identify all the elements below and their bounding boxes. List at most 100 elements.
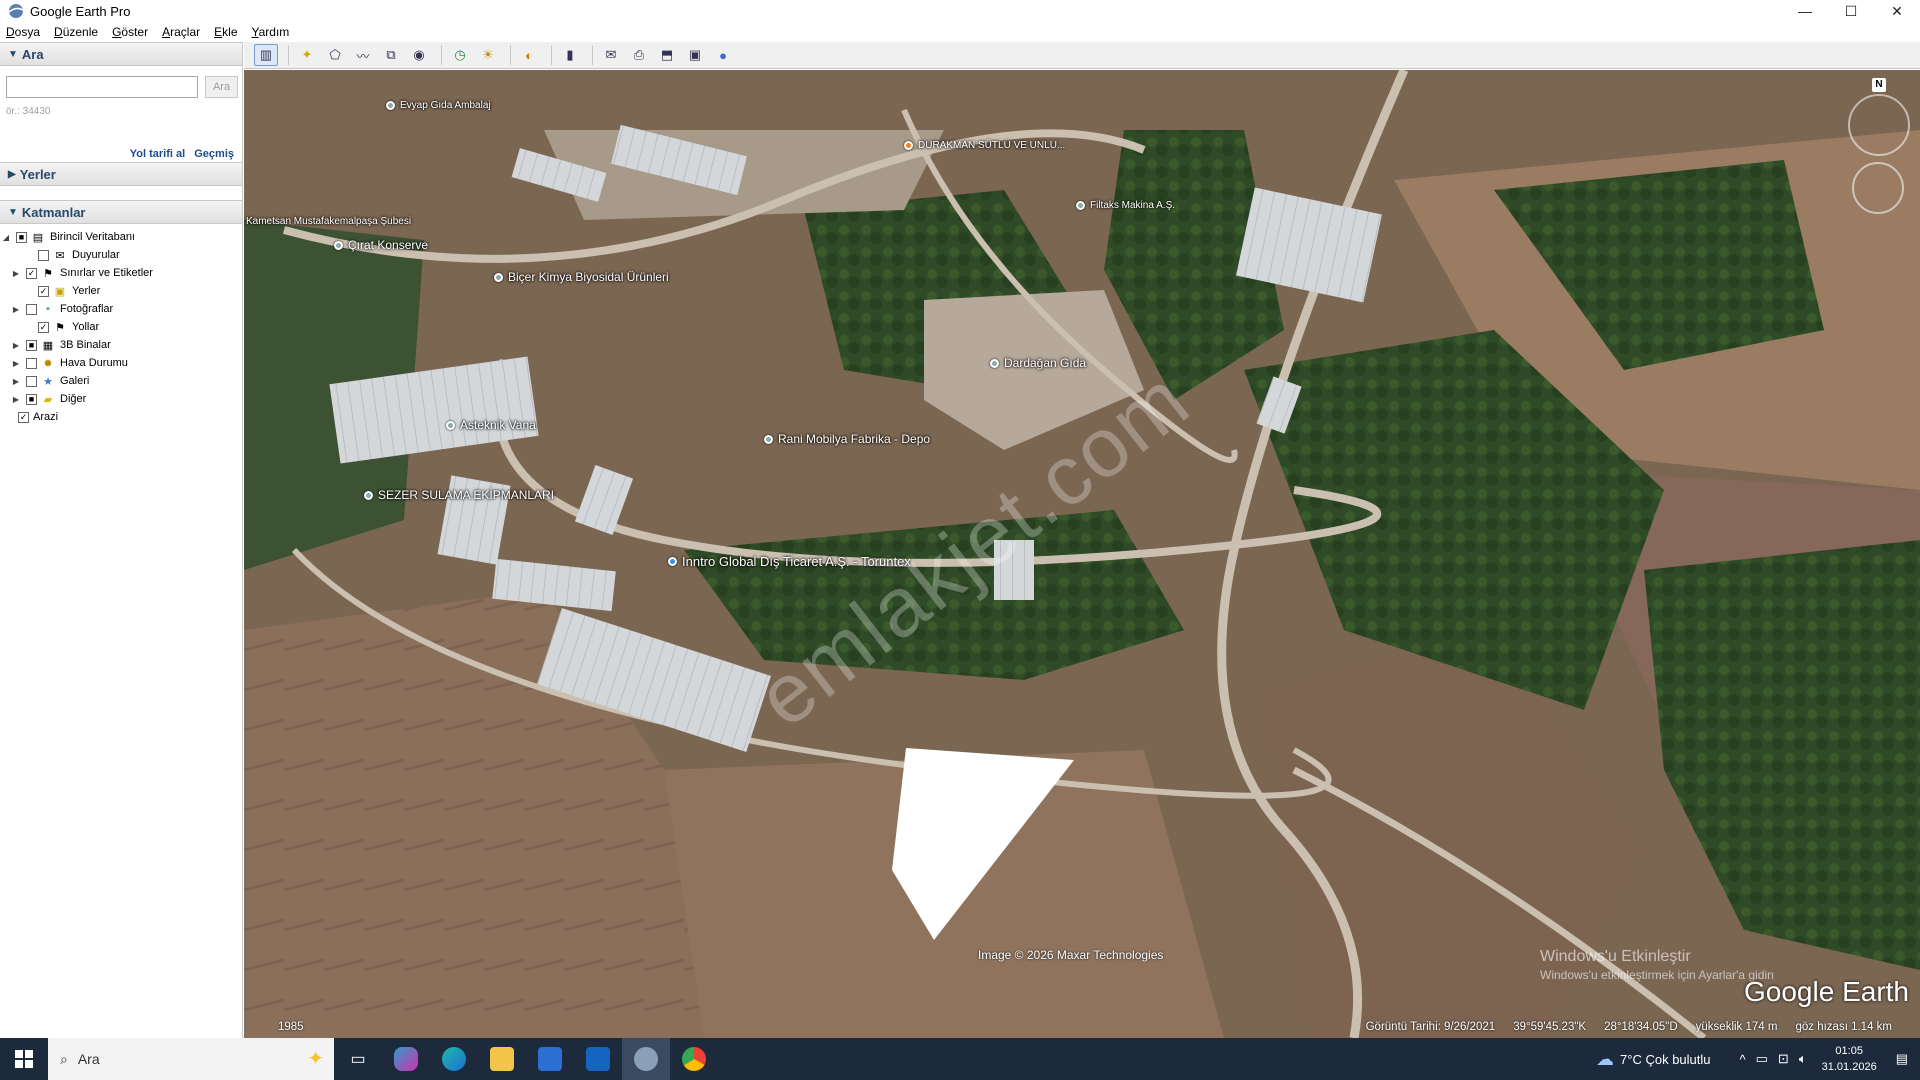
pin-icon [494,272,503,282]
map-label[interactable]: Asteknik Vana [446,418,536,432]
taskbar-search[interactable]: ⌕ Ara ✦ [48,1038,334,1080]
record-tour-icon[interactable]: ◉ [407,44,431,66]
satellite-imagery[interactable] [244,70,1920,1038]
layer-checkbox[interactable]: ✓ [18,411,29,423]
outlook-icon[interactable] [574,1038,622,1080]
layer-item-3d-buildings[interactable]: ▶ ■ ▦ 3B Binalar [0,336,242,354]
minimize-button[interactable]: — [1782,0,1828,22]
display-icon[interactable]: ▭ [1756,1051,1768,1067]
layer-checkbox[interactable]: ✓ [38,321,49,333]
notification-icon[interactable]: ▤ [1896,1051,1908,1067]
layer-tree: ◢ ■ ▤ Birincil Veritabanı ✉ Duyurular ▶ … [0,224,242,426]
image-overlay-icon[interactable]: ⧉ [379,44,403,66]
copilot-icon[interactable] [382,1038,430,1080]
menu-add[interactable]: Ekle [214,25,237,39]
menu-file[interactable]: Dosya [6,25,40,39]
layer-checkbox[interactable] [26,357,37,369]
menu-view[interactable]: Göster [112,25,148,39]
volume-icon[interactable]: 🔈︎ [1799,1051,1807,1067]
layer-item-borders[interactable]: ▶ ✓ ⚑ Sınırlar ve Etiketler [0,264,242,282]
clock[interactable]: 01:05 31.01.2026 [1822,1043,1877,1075]
expand-arrow-icon[interactable]: ◢ [0,233,12,242]
google-maps-icon[interactable]: ● [711,44,735,66]
search-button[interactable]: Ara [205,76,238,98]
map-label[interactable]: Rani Mobilya Fabrika - Depo [764,432,930,446]
layer-checkbox[interactable] [38,249,49,261]
network-icon[interactable]: ⊡ [1778,1051,1789,1067]
save-image-icon[interactable]: ⬒ [655,44,679,66]
sunlight-icon[interactable]: ☀ [476,44,500,66]
search-panel-header[interactable]: ▼ Ara [0,42,242,66]
map-label[interactable]: SEZER SULAMA EKİPMANLARI [364,488,554,502]
longitude: 28°18'34.05"D [1604,1021,1678,1033]
expand-arrow-icon[interactable]: ▶ [10,359,22,368]
map-label[interactable]: Evyap Gıda Ambalaj [386,100,491,111]
google-earth-task-icon[interactable] [622,1038,670,1080]
map-label[interactable]: Kametsan Mustafakemalpaşa Şubesi [244,216,411,227]
layer-checkbox[interactable]: ✓ [38,285,49,297]
map-label[interactable]: Filtaks Makina A.Ş. [1076,200,1175,211]
menu-tools[interactable]: Araçlar [162,25,200,39]
expand-arrow-icon[interactable]: ▶ [10,269,22,278]
planets-icon[interactable]: ◐ [517,44,541,66]
store-icon[interactable] [526,1038,574,1080]
map-label-text: Asteknik Vana [460,418,536,432]
expand-arrow-icon[interactable]: ▶ [10,377,22,386]
layer-item-duyurular[interactable]: ✉ Duyurular [0,246,242,264]
task-view-icon[interactable]: ▭ [334,1038,382,1080]
directions-link[interactable]: Yol tarifi al [130,148,185,160]
menu-edit[interactable]: Düzenle [54,25,98,39]
layer-checkbox[interactable]: ■ [26,339,37,351]
ruler-icon[interactable]: ▮ [558,44,582,66]
file-explorer-icon[interactable] [478,1038,526,1080]
historical-imagery-icon[interactable]: ◷ [448,44,472,66]
expand-arrow-icon[interactable]: ▶ [10,341,22,350]
layer-item-places[interactable]: ✓ ▣ Yerler [0,282,242,300]
sidebar-toggle-icon[interactable]: ▥ [254,44,278,66]
windows-activation-notice: Windows'u Etkinleştir Windows'u etkinleş… [1540,948,1774,982]
layer-checkbox[interactable] [26,375,37,387]
chrome-icon[interactable] [670,1038,718,1080]
layer-item-other[interactable]: ▶ ■ ▰ Diğer [0,390,242,408]
layer-item-photos[interactable]: ▶ ▪ Fotoğraflar [0,300,242,318]
layer-checkbox[interactable]: ■ [16,231,27,243]
chevron-up-icon[interactable]: ^ [1740,1052,1746,1067]
path-icon[interactable]: 〰 [351,44,375,66]
history-link[interactable]: Geçmiş [194,148,234,160]
layer-checkbox[interactable]: ■ [26,393,37,405]
email-icon[interactable]: ✉ [599,44,623,66]
expand-arrow-icon[interactable]: ▶ [10,395,22,404]
places-panel-header[interactable]: ▶ Yerler [0,162,242,186]
placemark-icon[interactable]: ✦ [295,44,319,66]
compass-north-label[interactable]: N [1872,78,1886,92]
map-viewport[interactable]: emlakjet.com Evyap Gıda Ambalaj DURAKMAN… [244,70,1920,1038]
map-label[interactable]: Dardağan Gıda [990,356,1086,370]
layer-root[interactable]: ◢ ■ ▤ Birincil Veritabanı [0,228,242,246]
layer-checkbox[interactable] [26,303,37,315]
layer-item-roads[interactable]: ✓ ⚑ Yollar [0,318,242,336]
weather-widget[interactable]: ☁ 7°C Çok bulutlu [1596,1049,1710,1070]
look-joystick-icon[interactable] [1852,162,1904,214]
polygon-icon[interactable]: ⬠ [323,44,347,66]
menu-help[interactable]: Yardım [252,25,290,39]
layer-item-terrain[interactable]: ✓ Arazi [0,408,242,426]
layer-item-weather[interactable]: ▶ ✹ Hava Durumu [0,354,242,372]
close-button[interactable]: ✕ [1874,0,1920,22]
layer-label: Arazi [33,411,59,423]
layers-panel-header[interactable]: ▼ Katmanlar [0,200,242,224]
expand-arrow-icon[interactable]: ▶ [10,305,22,314]
map-label[interactable]: Çırat Konserve [334,238,428,252]
start-button[interactable] [0,1038,48,1080]
map-label[interactable]: Biçer Kimya Biyosidal Ürünleri [494,270,669,284]
map-label[interactable]: Inntro Global Dış Ticaret A.Ş. - Torunte… [668,554,911,569]
layer-item-gallery[interactable]: ▶ ★ Galeri [0,372,242,390]
edge-icon[interactable] [430,1038,478,1080]
imagery-date: Görüntü Tarihi: 9/26/2021 [1365,1021,1496,1033]
print-icon[interactable]: ⎙ [627,44,651,66]
search-input[interactable] [6,76,198,98]
record-movie-icon[interactable]: ▣ [683,44,707,66]
maximize-button[interactable]: ☐ [1828,0,1874,22]
map-label[interactable]: DURAKMAN SÜTLÜ VE UNLU... [904,140,1065,151]
compass-ring-icon[interactable] [1848,94,1910,156]
layer-checkbox[interactable]: ✓ [26,267,37,279]
